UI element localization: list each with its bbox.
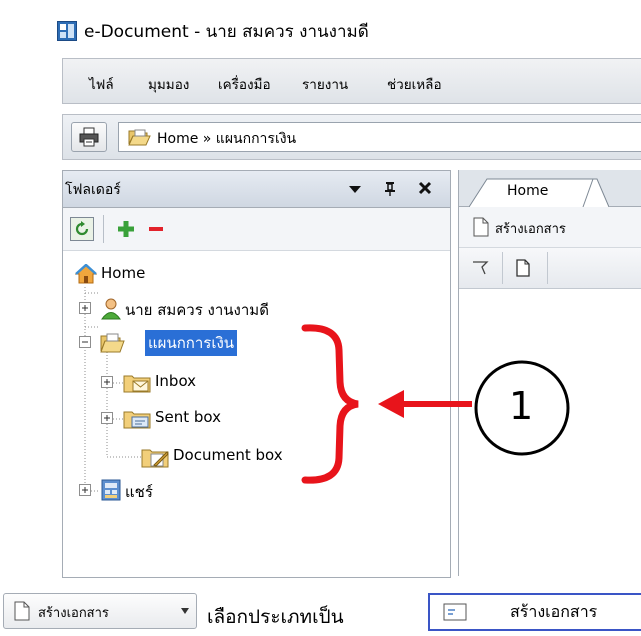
document-icon (473, 217, 489, 237)
breadcrumb[interactable]: Home » แผนกการเงิน (118, 122, 641, 152)
column-divider (502, 252, 503, 284)
printer-icon (79, 127, 99, 147)
menu-help[interactable]: ช่วยเหลือ (387, 73, 442, 95)
column-header (459, 248, 641, 289)
menu-reports[interactable]: รายงาน (302, 73, 348, 95)
document-type-label: สร้างเอกสาร (510, 602, 598, 621)
refresh-icon (75, 221, 89, 236)
tree-label-department: แผนกการเงิน (145, 330, 238, 356)
tree-label-share: แชร์ (125, 483, 153, 501)
sent-folder-icon (123, 411, 151, 429)
tree-label-document-box: Document box (173, 446, 283, 464)
column-divider (547, 252, 548, 284)
pin-icon[interactable] (383, 180, 397, 196)
document-type-option[interactable]: สร้างเอกสาร (428, 593, 641, 631)
annotation-callout (301, 324, 570, 484)
inbox-folder-icon (123, 375, 151, 393)
chevron-down-icon (181, 608, 189, 614)
address-bar: Home » แผนกการเงิน (62, 114, 641, 160)
document-folder-icon (141, 449, 169, 468)
tree-item-user[interactable]: นาย สมควร งานงามดี (63, 295, 363, 323)
close-icon[interactable] (418, 181, 432, 195)
tree-label-user: นาย สมควร งานงามดี (125, 301, 269, 319)
home-icon (75, 264, 97, 284)
tree-item-share[interactable]: แชร์ (63, 477, 263, 505)
flag-icon[interactable] (471, 260, 489, 276)
menu-tools[interactable]: เครื่องมือ (218, 73, 271, 95)
folder-panel-header: โฟลเดอร์ (63, 171, 450, 208)
form-icon (443, 603, 467, 621)
refresh-button[interactable] (70, 217, 94, 241)
tree-item-document-box[interactable]: Document box (63, 443, 333, 471)
collapse-icon[interactable] (79, 336, 91, 348)
print-button[interactable] (71, 122, 107, 152)
menu-view[interactable]: มุมมอง (148, 73, 189, 95)
folder-toolbar (63, 208, 450, 251)
document-icon (14, 601, 30, 621)
tree-label-inbox: Inbox (155, 372, 197, 390)
user-icon (101, 298, 121, 320)
new-document-button-label: สร้างเอกสาร (38, 606, 109, 621)
callout-number: 1 (509, 384, 534, 428)
new-document-button[interactable]: สร้างเอกสาร (495, 218, 566, 239)
instruction-caption: เลือกประเภทเป็น (207, 606, 344, 628)
tree-item-inbox[interactable]: Inbox (63, 369, 263, 397)
new-document-dropdown-button[interactable]: สร้างเอกสาร (3, 593, 197, 629)
share-icon (101, 479, 121, 501)
tree-item-department[interactable]: แผนกการเงิน (63, 329, 323, 357)
window-title: e-Document - นาย สมควร งานงามดี (84, 22, 369, 42)
expand-icon[interactable] (79, 484, 91, 496)
remove-folder-icon[interactable] (148, 220, 164, 238)
tree-label-home: Home (101, 264, 146, 282)
new-document-toolbar: สร้างเอกสาร (459, 207, 641, 248)
menu-bar: ไฟล์ มุมมอง เครื่องมือ รายงาน ช่วยเหลือ (62, 58, 641, 104)
expand-icon[interactable] (79, 302, 91, 314)
document-icon[interactable] (515, 258, 531, 278)
tree-item-home[interactable]: Home (63, 261, 263, 289)
expand-icon[interactable] (101, 376, 113, 388)
tab-strip: Home (459, 170, 641, 208)
toolbar-divider (103, 215, 104, 243)
dropdown-arrow-icon[interactable] (348, 183, 362, 195)
tab-home[interactable]: Home (507, 183, 548, 199)
open-folder-icon (100, 333, 125, 353)
tree-item-sent-box[interactable]: Sent box (63, 405, 283, 433)
expand-icon[interactable] (101, 412, 113, 424)
menu-file[interactable]: ไฟล์ (89, 73, 114, 95)
tree-label-sent-box: Sent box (155, 408, 222, 426)
add-folder-icon[interactable] (117, 220, 135, 238)
breadcrumb-text: Home » แผนกการเงิน (157, 131, 297, 147)
open-folder-icon (128, 129, 151, 146)
app-icon (57, 21, 77, 41)
folder-panel-title: โฟลเดอร์ (65, 182, 121, 198)
